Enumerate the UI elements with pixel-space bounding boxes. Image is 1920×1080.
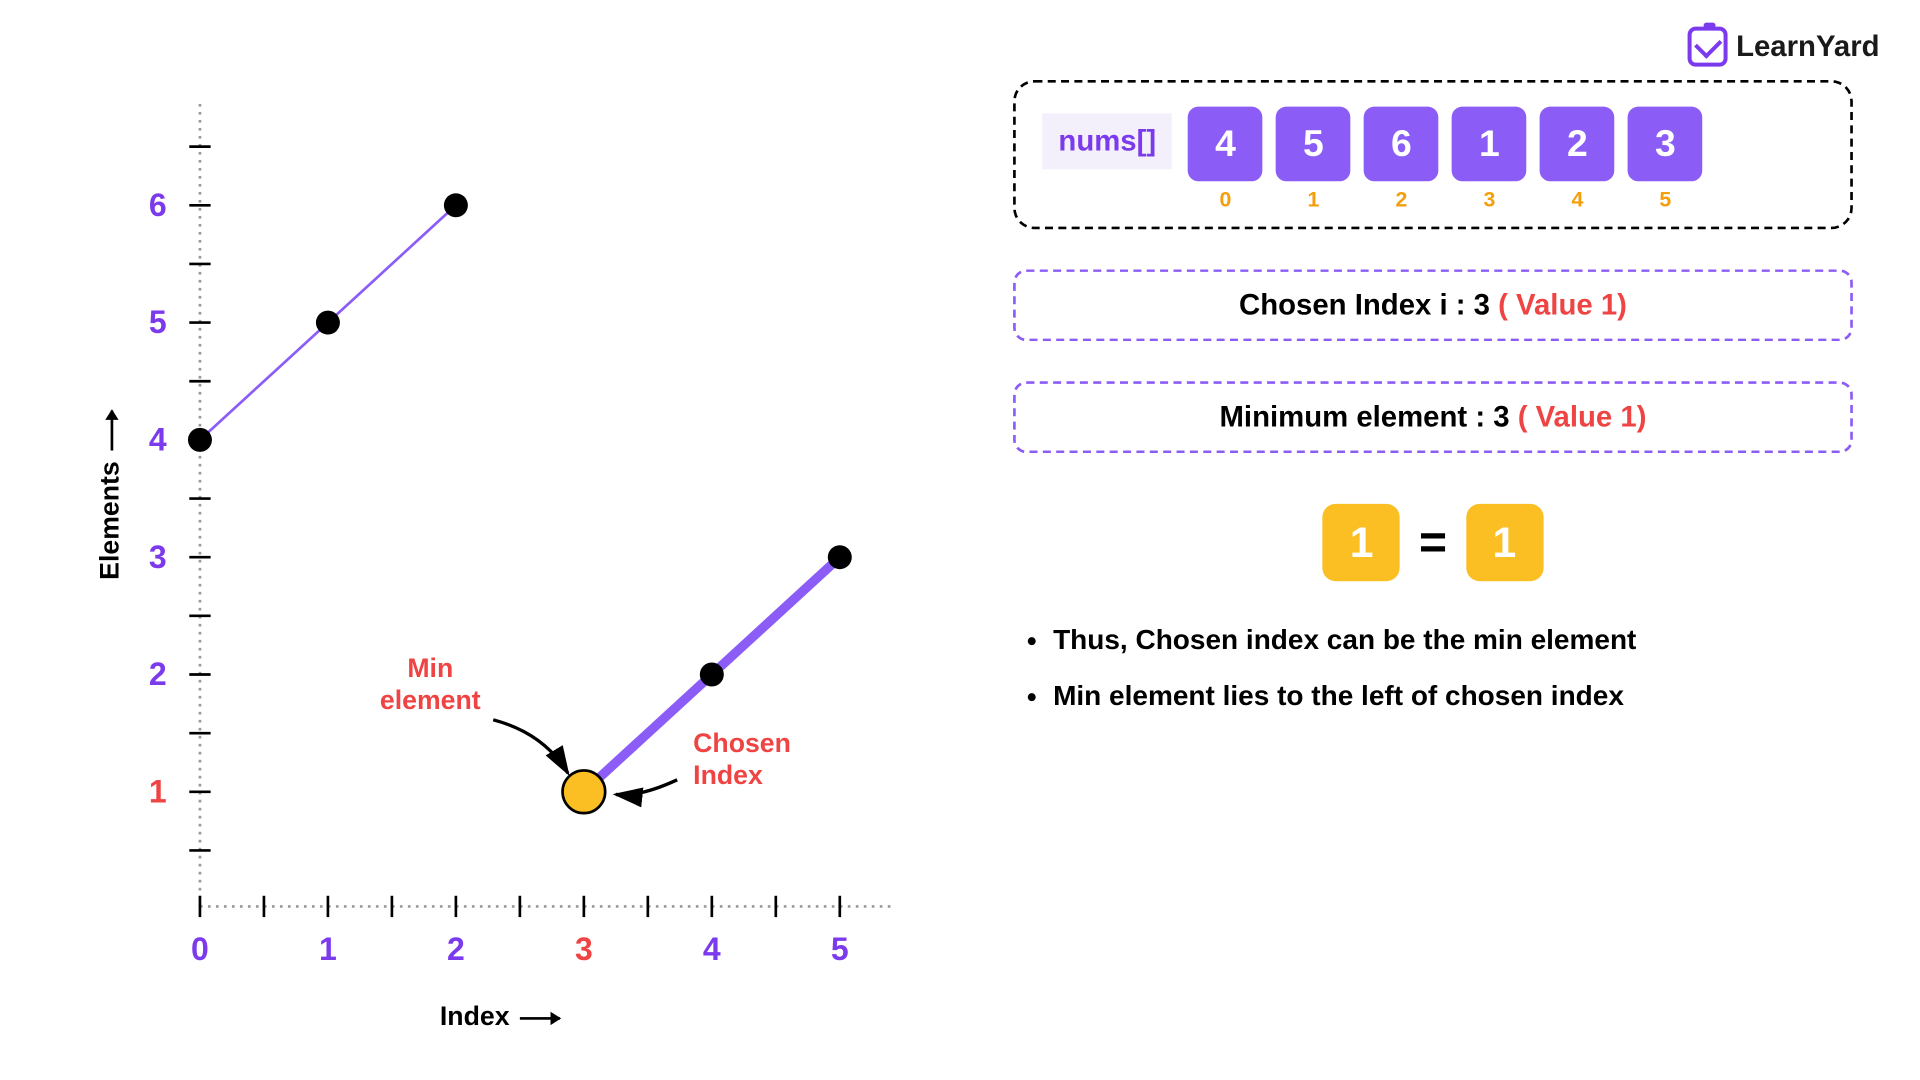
list-item: Thus, Chosen index can be the min elemen… <box>1053 619 1853 664</box>
logo-text: LearnYard <box>1736 29 1879 64</box>
x-axis-label: Index <box>440 1002 560 1033</box>
svg-text:4: 4 <box>703 931 721 967</box>
list-item: 13 <box>1452 107 1527 214</box>
y-axis-label: Elements <box>96 411 127 580</box>
array-box: nums[] 40 51 62 13 24 35 <box>1013 80 1853 229</box>
svg-text:3: 3 <box>575 931 593 967</box>
list-item: 24 <box>1540 107 1615 214</box>
list-item: Min element lies to the left of chosen i… <box>1053 674 1853 719</box>
chosen-index-box: Chosen Index i : 3 ( Value 1) <box>1013 269 1853 341</box>
array-cells: 40 51 62 13 24 35 <box>1188 107 1703 214</box>
svg-text:4: 4 <box>149 422 167 458</box>
chart: 0 1 2 3 4 5 1 2 3 4 5 6 Minelement Chose… <box>40 53 973 1039</box>
svg-text:2: 2 <box>149 656 167 692</box>
min-element-label: Minelement <box>380 653 481 717</box>
svg-text:2: 2 <box>447 931 465 967</box>
svg-text:5: 5 <box>831 931 849 967</box>
svg-text:1: 1 <box>149 773 167 809</box>
svg-text:1: 1 <box>319 931 337 967</box>
list-item: 35 <box>1628 107 1703 214</box>
list-item: 62 <box>1364 107 1439 214</box>
svg-text:5: 5 <box>149 304 167 340</box>
logo-icon <box>1688 27 1728 67</box>
array-label: nums[] <box>1042 113 1172 169</box>
svg-text:3: 3 <box>149 539 167 575</box>
chart-svg: 0 1 2 3 4 5 1 2 3 4 5 6 <box>40 53 973 1039</box>
equation: 1 = 1 <box>1013 504 1853 581</box>
notes-list: Thus, Chosen index can be the min elemen… <box>1013 619 1853 719</box>
chosen-index-label: ChosenIndex <box>693 728 791 792</box>
eq-left: 1 <box>1323 504 1400 581</box>
minimum-element-box: Minimum element : 3 ( Value 1) <box>1013 381 1853 453</box>
list-item: 40 <box>1188 107 1263 214</box>
svg-text:6: 6 <box>149 187 167 223</box>
right-panel: nums[] 40 51 62 13 24 35 Chosen Index i … <box>1013 80 1853 729</box>
eq-right: 1 <box>1466 504 1543 581</box>
svg-text:0: 0 <box>191 931 209 967</box>
logo: LearnYard <box>1688 27 1879 67</box>
list-item: 51 <box>1276 107 1351 214</box>
eq-sign: = <box>1419 515 1447 571</box>
